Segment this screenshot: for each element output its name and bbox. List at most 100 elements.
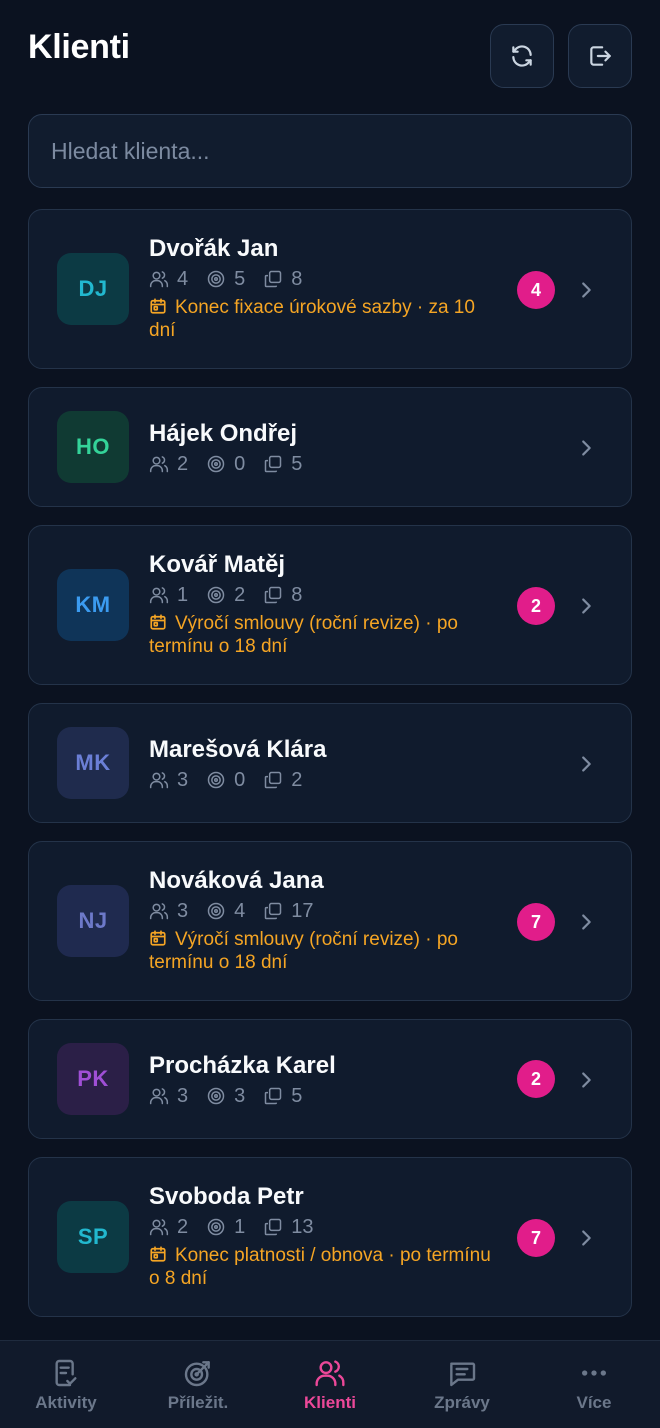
- client-card[interactable]: SP Svoboda Petr 2 1 13 Konec platnosti / obno…: [28, 1157, 632, 1317]
- documents-icon: [265, 902, 282, 920]
- tab-aktivity[interactable]: Aktivity: [0, 1341, 132, 1428]
- targets-stat: 0: [206, 769, 245, 792]
- client-card[interactable]: NJ Nováková Jana 3 4 17 Výročí smlouvy (roční…: [28, 841, 632, 1001]
- calendar-icon: [150, 614, 166, 630]
- logout-icon: [590, 46, 611, 66]
- contacts-count: 2: [177, 1215, 189, 1238]
- targets-stat: 0: [206, 453, 245, 476]
- contacts-icon: [149, 1088, 169, 1105]
- client-card[interactable]: HO Hájek Ondřej 2 0 5: [28, 387, 632, 507]
- documents-icon: [265, 270, 282, 288]
- documents-stat: 2: [263, 769, 302, 792]
- avatar: KM: [57, 569, 129, 641]
- client-stats: 1 2 8: [149, 582, 501, 608]
- alert-text: Výročí smlouvy (roční revize) · po termí…: [149, 929, 458, 973]
- documents-count: 2: [291, 768, 303, 791]
- documents-stat: 13: [263, 1216, 314, 1239]
- refresh-button[interactable]: [490, 24, 554, 88]
- documents-count: 5: [291, 1084, 303, 1107]
- avatar: HO: [57, 411, 129, 483]
- calendar-icon: [150, 298, 166, 314]
- users-icon: [315, 1360, 345, 1387]
- client-info: Dvořák Jan 4 5 8 Konec fixace úrokové sazby …: [149, 234, 501, 342]
- targets-stat: 2: [206, 584, 245, 607]
- client-info: Svoboda Petr 2 1 13 Konec platnosti / obnova…: [149, 1182, 501, 1290]
- tab-label: Aktivity: [35, 1393, 97, 1412]
- target-icon: [207, 270, 225, 288]
- refresh-icon: [512, 45, 532, 67]
- chevron-right-icon: [582, 440, 591, 456]
- client-card[interactable]: KM Kovář Matěj 1 2 8 Výročí smlouvy (roční re…: [28, 525, 632, 685]
- client-info: Marešová Klára 3 0 2: [149, 735, 501, 793]
- alert-text: Výročí smlouvy (roční revize) · po termí…: [149, 613, 458, 657]
- client-alert: Výročí smlouvy (roční revize) · po termí…: [149, 928, 501, 974]
- contacts-stat: 3: [149, 769, 188, 792]
- contacts-icon: [149, 1219, 169, 1236]
- documents-icon: [265, 1087, 282, 1105]
- targets-count: 5: [234, 267, 246, 290]
- tab-zpravy[interactable]: Zprávy: [396, 1341, 528, 1428]
- chevron-right-icon: [582, 598, 591, 614]
- chevron-right-icon: [582, 756, 591, 772]
- more-icon: [582, 1370, 606, 1376]
- chevron-right-icon: [582, 282, 591, 298]
- target-icon: [207, 1218, 225, 1236]
- client-name: Procházka Karel: [149, 1052, 336, 1079]
- header: Klienti: [28, 24, 632, 88]
- alert-text: Konec platnosti / obnova · po termínu o …: [149, 1245, 491, 1289]
- contacts-count: 3: [177, 768, 189, 791]
- documents-icon: [265, 771, 282, 789]
- documents-count: 5: [291, 452, 303, 475]
- avatar: SP: [57, 1201, 129, 1273]
- contacts-icon: [149, 587, 169, 604]
- documents-stat: 17: [263, 899, 314, 923]
- client-alert: Konec platnosti / obnova · po termínu o …: [149, 1244, 501, 1290]
- contacts-count: 4: [177, 267, 189, 290]
- client-name: Dvořák Jan: [149, 235, 279, 262]
- target-icon: [207, 771, 225, 789]
- client-card[interactable]: DJ Dvořák Jan 4 5 8 Konec fixace úrokové sazb…: [28, 209, 632, 369]
- client-info: Procházka Karel 3 3 5: [149, 1051, 501, 1109]
- notification-badge: 2: [517, 1060, 555, 1098]
- logout-button[interactable]: [568, 24, 632, 88]
- targets-count: 0: [234, 452, 246, 475]
- client-stats: 2 0 5: [149, 451, 501, 477]
- avatar: DJ: [57, 253, 129, 325]
- notification-badge: 7: [517, 1219, 555, 1257]
- client-card[interactable]: MK Marešová Klára 3 0 2: [28, 703, 632, 823]
- client-card[interactable]: PK Procházka Karel 3 3 5 2: [28, 1019, 632, 1139]
- documents-count: 8: [291, 583, 303, 606]
- tab-label: Zprávy: [434, 1393, 490, 1412]
- target-icon: [207, 455, 225, 473]
- client-name: Svoboda Petr: [149, 1183, 304, 1210]
- targets-stat: 5: [206, 268, 245, 291]
- client-name: Hájek Ondřej: [149, 420, 298, 447]
- documents-icon: [265, 455, 282, 473]
- target-arrow-icon: [184, 1361, 210, 1387]
- contacts-count: 2: [177, 452, 189, 475]
- client-stats: 2 1 13: [149, 1214, 501, 1240]
- tab-prilezitosti[interactable]: Příležit.: [132, 1341, 264, 1428]
- target-icon: [207, 1087, 225, 1105]
- bottom-tab-bar: Aktivity Příležit. Klienti Zprávy Více: [0, 1340, 660, 1428]
- tab-klienti[interactable]: Klienti: [264, 1341, 396, 1428]
- contacts-stat: 3: [149, 900, 188, 923]
- documents-count: 17: [291, 899, 314, 922]
- targets-stat: 1: [206, 1216, 245, 1239]
- notification-badge: 2: [517, 587, 555, 625]
- contacts-icon: [149, 271, 169, 288]
- chevron-right-icon: [582, 1072, 591, 1088]
- contacts-stat: 2: [149, 1216, 188, 1239]
- tab-vice[interactable]: Více: [528, 1341, 660, 1428]
- search-input[interactable]: [51, 137, 609, 165]
- client-name: Nováková Jana: [149, 867, 324, 894]
- documents-icon: [265, 1218, 282, 1236]
- targets-stat: 3: [206, 1085, 245, 1108]
- page-title: Klienti: [28, 28, 130, 66]
- tab-label: Klienti: [304, 1393, 356, 1412]
- documents-stat: 8: [263, 584, 302, 607]
- search-box: [28, 114, 632, 188]
- targets-count: 1: [234, 1215, 246, 1238]
- documents-icon: [265, 586, 282, 604]
- client-stats: 4 5 8: [149, 266, 501, 292]
